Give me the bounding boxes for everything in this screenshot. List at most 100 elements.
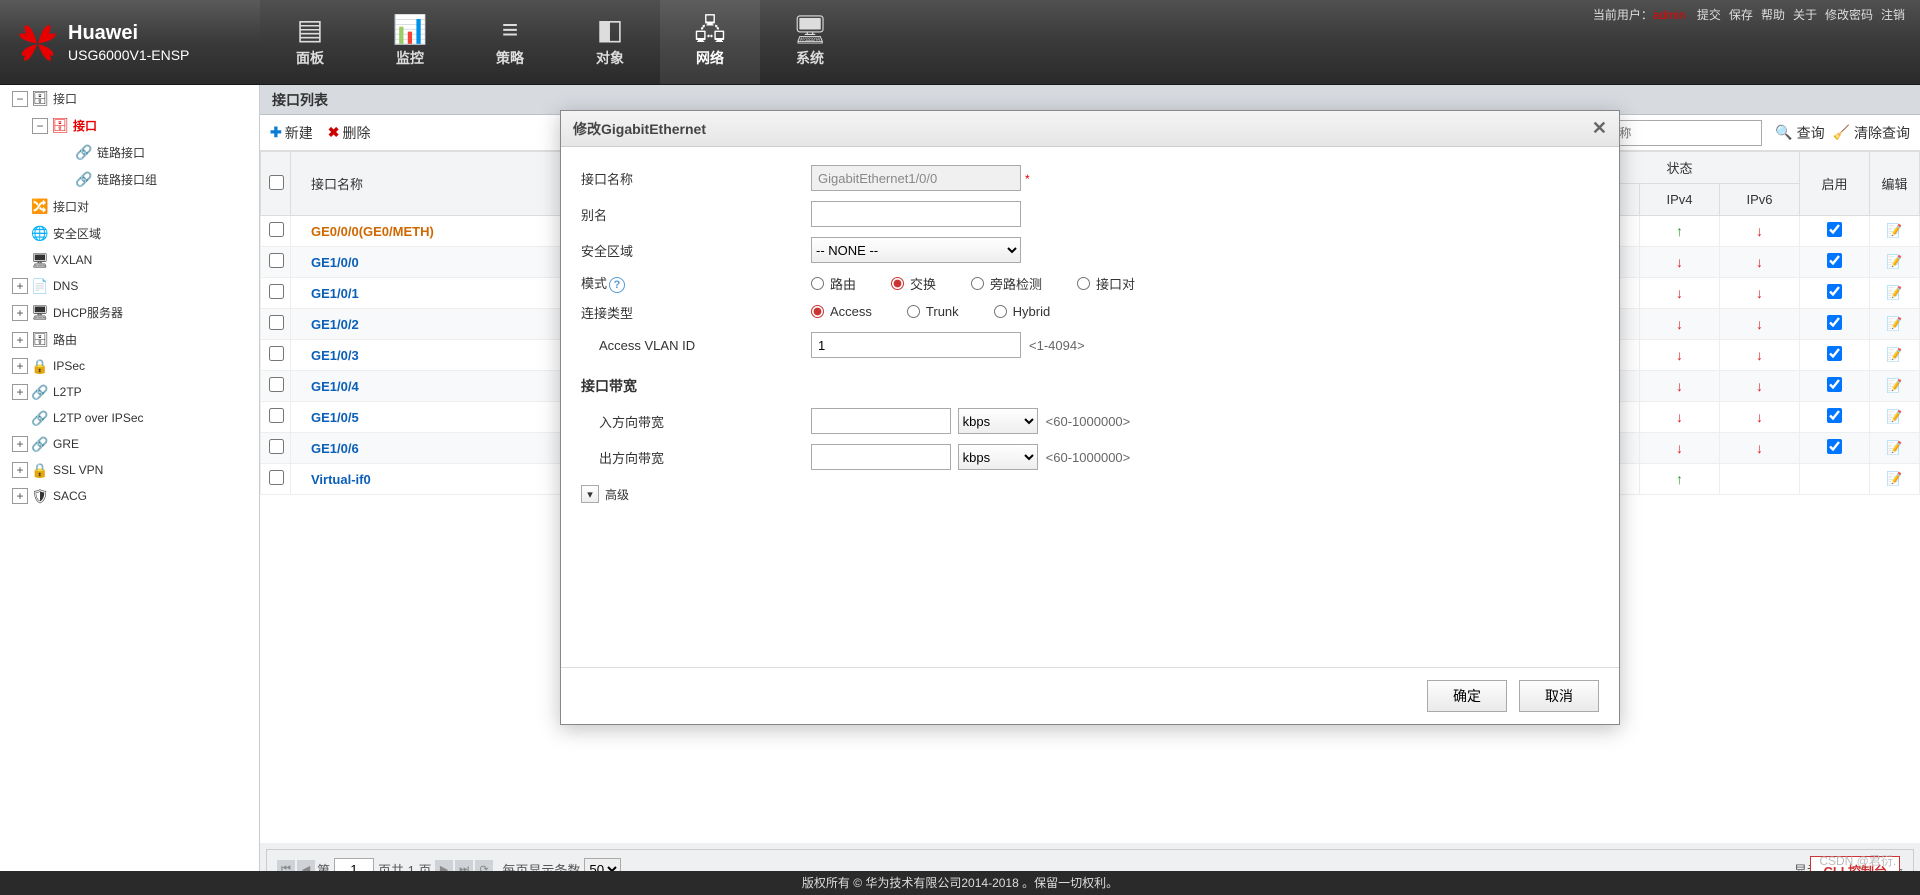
mode-radio-group: 路由 交换 旁路检测 接口对 [811, 274, 1170, 293]
tree-接口对[interactable]: 🔀接口对 [0, 193, 259, 220]
vlan-label: Access VLAN ID [581, 338, 811, 353]
tree-icon: 🔗 [31, 410, 49, 426]
tree-icon: 🔗 [75, 172, 93, 188]
model-text: USG6000V1-ENSP [68, 46, 189, 64]
tree-icon: 🔗 [31, 436, 49, 452]
huawei-logo-icon [15, 20, 60, 65]
tree-L2TP over IPSec[interactable]: 🔗L2TP over IPSec [0, 405, 259, 431]
radio-Access[interactable]: Access [811, 304, 872, 319]
radio-Trunk[interactable]: Trunk [907, 304, 959, 319]
toplink-帮助[interactable]: 帮助 [1761, 8, 1785, 22]
top-bar: Huawei USG6000V1-ENSP ▤面板📊监控≡策略◧对象🖧网络🖥系统… [0, 0, 1920, 85]
vlan-input[interactable] [811, 332, 1021, 358]
expand-icon[interactable]: + [12, 332, 28, 348]
tree-icon: 🖥 [31, 305, 49, 321]
conn-radio-group: Access Trunk Hybrid [811, 304, 1085, 321]
if-name-input [811, 165, 1021, 191]
radio-接口对[interactable]: 接口对 [1077, 274, 1135, 293]
help-icon[interactable]: ? [609, 277, 625, 293]
bw-in-label: 入方向带宽 [581, 412, 811, 431]
tree-icon: 📄 [31, 278, 49, 294]
tree-icon: 🔀 [31, 199, 49, 215]
tree-接口[interactable]: −🗄接口 [0, 85, 259, 112]
topnav-策略[interactable]: ≡策略 [460, 0, 560, 84]
expand-icon[interactable]: + [12, 488, 28, 504]
current-user: admin [1653, 8, 1686, 22]
tree-IPSec[interactable]: +🔒IPSec [0, 353, 259, 379]
radio-路由[interactable]: 路由 [811, 274, 856, 293]
top-nav: ▤面板📊监控≡策略◧对象🖧网络🖥系统 [260, 0, 860, 84]
expand-icon[interactable]: − [32, 118, 48, 134]
zone-label: 安全区域 [581, 241, 811, 260]
expand-icon[interactable]: + [12, 278, 28, 294]
tree-icon: 🌐 [31, 226, 49, 242]
modal-mask: 修改GigabitEthernet ✕ 接口名称 * 别名 安全区域 -- NO… [260, 85, 1920, 871]
tree-DHCP服务器[interactable]: +🖥DHCP服务器 [0, 299, 259, 326]
expand-icon[interactable]: + [12, 384, 28, 400]
sidebar: −🗄接口−🗄接口🔗链路接口🔗链路接口组🔀接口对🌐安全区域🖥VXLAN+📄DNS+… [0, 85, 260, 895]
topnav-面板[interactable]: ▤面板 [260, 0, 360, 84]
topnav-网络[interactable]: 🖧网络 [660, 0, 760, 84]
tree-DNS[interactable]: +📄DNS [0, 273, 259, 299]
toplink-保存[interactable]: 保存 [1729, 8, 1753, 22]
brand-text: Huawei [68, 20, 189, 46]
bw-in-input[interactable] [811, 408, 951, 434]
topnav-对象[interactable]: ◧对象 [560, 0, 660, 84]
alias-label: 别名 [581, 205, 811, 224]
expand-icon[interactable]: + [12, 305, 28, 321]
footer: 版权所有 © 华为技术有限公司2014-2018 。保留一切权利。 [0, 871, 1920, 895]
tree-icon: 🔗 [31, 384, 49, 400]
tree-GRE[interactable]: +🔗GRE [0, 431, 259, 457]
edit-interface-modal: 修改GigabitEthernet ✕ 接口名称 * 别名 安全区域 -- NO… [560, 110, 1620, 725]
topnav-监控[interactable]: 📊监控 [360, 0, 460, 84]
toplink-注销[interactable]: 注销 [1881, 8, 1905, 22]
nav-icon: 🖧 [694, 16, 725, 44]
toplink-关于[interactable]: 关于 [1793, 8, 1817, 22]
radio-旁路检测[interactable]: 旁路检测 [971, 274, 1042, 293]
tree-icon: 🔗 [75, 145, 93, 161]
tree-安全区域[interactable]: 🌐安全区域 [0, 220, 259, 247]
advanced-toggle[interactable]: ▾ 高级 [581, 485, 1599, 503]
bw-in-unit[interactable]: kbps [958, 408, 1038, 434]
radio-交换[interactable]: 交换 [891, 274, 936, 293]
bw-out-unit[interactable]: kbps [958, 444, 1038, 470]
toplink-修改密码[interactable]: 修改密码 [1825, 8, 1873, 22]
nav-icon: ▤ [297, 16, 323, 44]
modal-title-bar: 修改GigabitEthernet ✕ [561, 111, 1619, 147]
nav-icon: 📊 [393, 16, 428, 44]
toplink-提交[interactable]: 提交 [1697, 8, 1721, 22]
tree-icon: 🖥 [31, 252, 49, 268]
expand-icon[interactable]: + [12, 358, 28, 374]
nav-icon: ◧ [597, 16, 623, 44]
topnav-系统[interactable]: 🖥系统 [760, 0, 860, 84]
bw-out-input[interactable] [811, 444, 951, 470]
tree-icon: 🔒 [31, 462, 49, 478]
nav-icon: 🖥 [792, 16, 828, 44]
tree-链路接口组[interactable]: 🔗链路接口组 [0, 166, 259, 193]
expand-icon[interactable]: + [12, 436, 28, 452]
radio-Hybrid[interactable]: Hybrid [994, 304, 1051, 319]
ok-button[interactable]: 确定 [1427, 680, 1507, 712]
modal-title: 修改GigabitEthernet [573, 119, 706, 139]
if-name-label: 接口名称 [581, 169, 811, 188]
tree-链路接口[interactable]: 🔗链路接口 [0, 139, 259, 166]
tree-SACG[interactable]: +🛡SACG [0, 483, 259, 509]
tree-SSL VPN[interactable]: +🔒SSL VPN [0, 457, 259, 483]
top-links: 当前用户：admin 提交保存帮助关于修改密码注销 [1593, 6, 1905, 23]
chevron-down-icon: ▾ [581, 485, 599, 503]
expand-icon[interactable]: − [12, 91, 28, 107]
nav-icon: ≡ [502, 16, 518, 44]
mode-label: 模式? [581, 273, 811, 293]
tree-接口[interactable]: −🗄接口 [0, 112, 259, 139]
cancel-button[interactable]: 取消 [1519, 680, 1599, 712]
tree-L2TP[interactable]: +🔗L2TP [0, 379, 259, 405]
alias-input[interactable] [811, 201, 1021, 227]
tree-VXLAN[interactable]: 🖥VXLAN [0, 247, 259, 273]
current-user-label: 当前用户： [1593, 8, 1653, 22]
modal-close-button[interactable]: ✕ [1592, 118, 1607, 139]
bw-section-title: 接口带宽 [581, 376, 1599, 396]
tree-路由[interactable]: +🗄路由 [0, 326, 259, 353]
expand-icon[interactable]: + [12, 462, 28, 478]
zone-select[interactable]: -- NONE -- [811, 237, 1021, 263]
tree-icon: 🗄 [31, 91, 49, 107]
